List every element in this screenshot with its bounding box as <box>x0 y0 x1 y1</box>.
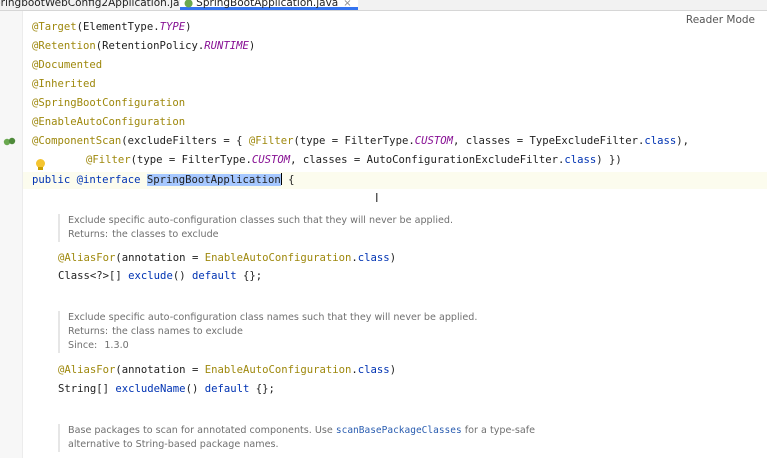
keyword: public <box>32 174 71 186</box>
keyword: default <box>191 270 237 282</box>
code-line-retention[interactable]: @Retention(RetentionPolicy.RUNTIME) <box>32 39 255 53</box>
annotation: @Target <box>32 21 77 33</box>
code-line-target[interactable]: @Target(ElementType.TYPE) <box>32 20 191 34</box>
doc-value: the class names to exclude <box>112 326 243 337</box>
code-text: (type = FilterType. <box>293 135 415 147</box>
keyword: class <box>564 154 597 166</box>
annotation: @Filter <box>248 135 294 147</box>
doc-description: Exclude specific auto-configuration clas… <box>68 312 478 323</box>
code-text: ) <box>389 252 397 264</box>
doc-since: Since: 1.3.0 <box>68 339 767 353</box>
reader-mode-button[interactable]: Reader Mode <box>686 14 755 26</box>
code-line-aliasfor-2[interactable]: @AliasFor(annotation = EnableAutoConfigu… <box>58 363 396 377</box>
editor-gutter[interactable] <box>0 11 22 458</box>
doc-value: 1.3.0 <box>104 340 129 351</box>
code-text: ) <box>248 40 256 52</box>
code-text: (annotation = <box>115 252 205 264</box>
code-line-exclude-method[interactable]: Class<?>[] exclude() default {}; <box>58 269 262 283</box>
annotation: @ComponentScan <box>32 135 122 147</box>
annotation: @AliasFor <box>58 252 116 264</box>
doc-label: Returns: <box>68 326 109 337</box>
doc-label: Since: <box>68 340 98 351</box>
code-line-inherited[interactable]: @Inherited <box>32 77 96 91</box>
code-text: ) <box>185 21 192 33</box>
code-text: (RetentionPolicy. <box>95 40 205 52</box>
code-text: (excludeFilters = { <box>121 135 249 147</box>
code-line-documented[interactable]: @Documented <box>32 58 102 72</box>
code-line-springbootconfiguration[interactable]: @SpringBootConfiguration <box>32 96 185 110</box>
code-text: String[] <box>58 383 116 395</box>
code-line-componentscan[interactable]: @ComponentScan(excludeFilters = { @Filte… <box>32 134 689 148</box>
code-text: Class<?>[] <box>58 270 129 282</box>
editor-tab-bar: pringbootWebConfig2Application.java× ●Sp… <box>0 0 767 11</box>
doc-text: Base packages to scan for annotated comp… <box>68 425 336 436</box>
close-icon[interactable]: × <box>343 0 351 9</box>
code-text: (annotation = <box>115 364 205 376</box>
tab-label: pringbootWebConfig2Application.java <box>0 0 193 9</box>
doc-returns: Returns: the class names to exclude <box>68 325 767 339</box>
method-name: exclude <box>128 270 173 282</box>
annotation: @AliasFor <box>58 364 116 376</box>
annotation: @Filter <box>86 154 131 166</box>
spring-bean-icon[interactable] <box>3 136 16 147</box>
code-text: ) }) <box>596 154 622 166</box>
tab-label: SpringBootApplication.java <box>196 0 339 9</box>
code-text: {}; <box>236 270 263 282</box>
annotation: @Retention <box>32 40 96 52</box>
code-line-excludename-method[interactable]: String[] excludeName() default {}; <box>58 382 275 396</box>
doc-text: for a type-safe <box>461 425 535 436</box>
javadoc-scanbasepackages[interactable]: Base packages to scan for annotated comp… <box>58 424 767 452</box>
class-reference: EnableAutoConfiguration <box>204 252 352 264</box>
keyword: class <box>357 364 390 376</box>
keyword: default <box>204 383 250 395</box>
class-reference: EnableAutoConfiguration <box>204 364 352 376</box>
code-text: (type = FilterType. <box>130 154 252 166</box>
keyword: @interface <box>76 174 141 186</box>
intention-bulb-base <box>38 167 43 170</box>
method-name: excludeName <box>115 383 186 395</box>
enum-constant: CUSTOM <box>414 135 453 147</box>
doc-link[interactable]: scanBasePackageClasses <box>336 425 462 436</box>
code-text: , classes = AutoConfigurationExcludeFilt… <box>290 154 565 166</box>
code-line-aliasfor-1[interactable]: @AliasFor(annotation = EnableAutoConfigu… <box>58 251 396 265</box>
gutter-divider <box>22 11 23 458</box>
code-line-filter[interactable]: @Filter(type = FilterType.CUSTOM, classe… <box>86 153 622 167</box>
selected-identifier[interactable]: SpringBootApplication <box>146 174 281 186</box>
code-text: , classes = TypeExcludeFilter. <box>452 135 645 147</box>
enum-constant: CUSTOM <box>251 154 291 166</box>
tab-springbootapplication[interactable]: ● SpringBootApplication.java × <box>180 0 358 10</box>
spring-leaf-icon: ● <box>184 0 194 9</box>
doc-description: Exclude specific auto-configuration clas… <box>68 215 454 226</box>
enum-constant: TYPE <box>159 21 186 33</box>
code-text: (ElementType. <box>76 21 160 33</box>
enum-constant: RUNTIME <box>204 40 249 52</box>
code-line-enableautoconfiguration[interactable]: @EnableAutoConfiguration <box>32 115 185 129</box>
code-text: { <box>281 174 295 186</box>
code-text: () <box>172 270 192 282</box>
doc-value: the classes to exclude <box>112 229 219 240</box>
keyword: class <box>644 135 677 147</box>
javadoc-exclude[interactable]: Exclude specific auto-configuration clas… <box>58 214 767 242</box>
keyword: class <box>357 252 390 264</box>
code-text: ), <box>676 135 689 147</box>
javadoc-excludename[interactable]: Exclude specific auto-configuration clas… <box>58 311 767 353</box>
tab-webconfig2-application[interactable]: pringbootWebConfig2Application.java× <box>0 0 205 10</box>
code-text: ) <box>389 364 397 376</box>
doc-description: Base packages to scan for annotated comp… <box>68 424 767 438</box>
doc-label: Returns: <box>68 229 109 240</box>
code-text: {}; <box>249 383 275 395</box>
doc-returns: Returns: the classes to exclude <box>68 228 767 242</box>
doc-description-continued: alternative to String-based package name… <box>68 439 279 450</box>
mouse-ibeam-cursor: I <box>375 191 379 205</box>
code-line-interface-declaration[interactable]: public @interface SpringBootApplication … <box>32 173 295 187</box>
code-text: () <box>185 383 205 395</box>
